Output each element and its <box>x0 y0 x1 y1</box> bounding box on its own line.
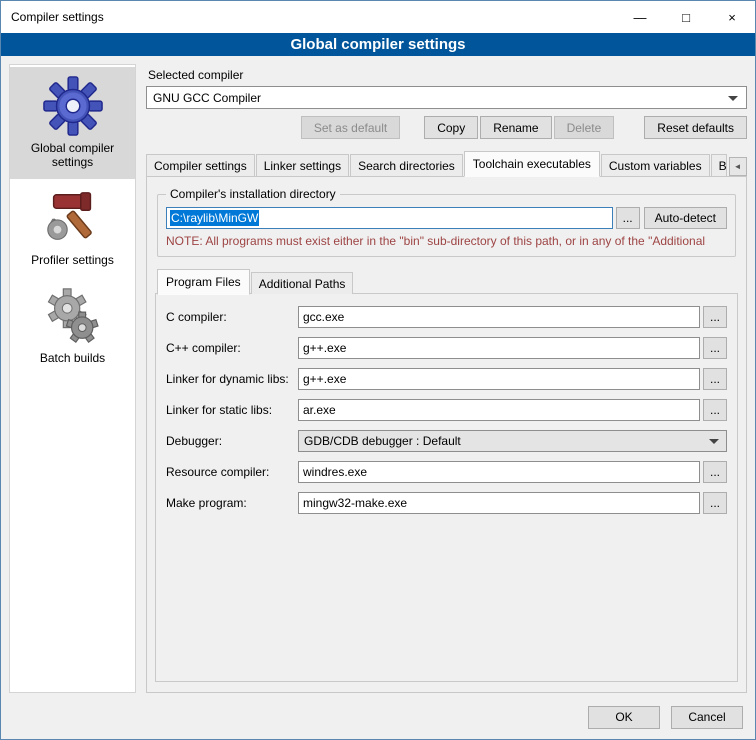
program-files-tabstrip: Program Files Additional Paths <box>155 269 738 294</box>
dynamic-linker-input[interactable] <box>298 368 700 390</box>
compiler-buttons: Set as default Copy Rename Delete Reset … <box>146 116 747 139</box>
page-title: Global compiler settings <box>1 33 755 56</box>
make-program-browse-button[interactable]: ... <box>703 492 727 514</box>
browse-directory-button[interactable]: ... <box>616 207 640 229</box>
tab-search-directories[interactable]: Search directories <box>350 154 463 176</box>
auto-detect-button[interactable]: Auto-detect <box>644 207 727 229</box>
tab-scroll-buttons: ◄ ► <box>728 157 747 176</box>
make-program-row: Make program: ... <box>166 492 727 514</box>
installation-directory-input[interactable]: C:\raylib\MinGW <box>166 207 613 229</box>
resource-compiler-browse-button[interactable]: ... <box>703 461 727 483</box>
c-compiler-row: C compiler: ... <box>166 306 727 328</box>
bin-subdirectory-note: NOTE: All programs must exist either in … <box>166 234 727 248</box>
dialog-footer: OK Cancel <box>1 701 755 739</box>
main-panel: Selected compiler GNU GCC Compiler Set a… <box>146 64 747 693</box>
blue-gear-icon <box>42 75 104 137</box>
cpp-compiler-label: C++ compiler: <box>166 341 298 355</box>
sidebar-item-profiler-settings[interactable]: Profiler settings <box>10 179 135 277</box>
compiler-settings-window: Compiler settings — □ × Global compiler … <box>0 0 756 740</box>
static-linker-label: Linker for static libs: <box>166 403 298 417</box>
profiler-hammer-icon <box>42 187 104 249</box>
compiler-select-value: GNU GCC Compiler <box>153 91 261 105</box>
titlebar: Compiler settings — □ × <box>1 1 755 33</box>
cpp-compiler-row: C++ compiler: ... <box>166 337 727 359</box>
static-linker-row: Linker for static libs: ... <box>166 399 727 421</box>
c-compiler-browse-button[interactable]: ... <box>703 306 727 328</box>
delete-button: Delete <box>554 116 615 139</box>
cpp-compiler-browse-button[interactable]: ... <box>703 337 727 359</box>
window-title: Compiler settings <box>1 10 617 24</box>
toolchain-executables-page: Compiler's installation directory C:\ray… <box>146 176 747 693</box>
settings-sidebar: Global compiler settings Profiler settin… <box>9 64 136 693</box>
settings-tabstrip: Compiler settings Linker settings Search… <box>146 151 747 176</box>
dynamic-linker-label: Linker for dynamic libs: <box>166 372 298 386</box>
c-compiler-label: C compiler: <box>166 310 298 324</box>
window-controls: — □ × <box>617 1 755 33</box>
minimize-button[interactable]: — <box>617 1 663 33</box>
resource-compiler-label: Resource compiler: <box>166 465 298 479</box>
program-files-panel: C compiler: ... C++ compiler: ... Linker… <box>155 293 738 682</box>
tab-program-files[interactable]: Program Files <box>157 269 250 295</box>
chevron-down-icon <box>709 439 719 444</box>
tab-toolchain-executables[interactable]: Toolchain executables <box>464 151 600 177</box>
tab-compiler-settings[interactable]: Compiler settings <box>146 154 255 176</box>
tab-linker-settings[interactable]: Linker settings <box>256 154 349 176</box>
tab-build-options[interactable]: Build <box>711 154 727 176</box>
cpp-compiler-input[interactable] <box>298 337 700 359</box>
sidebar-item-batch-builds[interactable]: Batch builds <box>10 277 135 375</box>
installation-directory-group: Compiler's installation directory C:\ray… <box>157 187 736 257</box>
set-as-default-button: Set as default <box>301 116 400 139</box>
static-linker-browse-button[interactable]: ... <box>703 399 727 421</box>
dynamic-linker-browse-button[interactable]: ... <box>703 368 727 390</box>
installation-directory-legend: Compiler's installation directory <box>166 187 340 201</box>
dialog-body: Global compiler settings Profiler settin… <box>1 56 755 701</box>
debugger-select-value: GDB/CDB debugger : Default <box>304 434 461 448</box>
maximize-button[interactable]: □ <box>663 1 709 33</box>
static-linker-input[interactable] <box>298 399 700 421</box>
sidebar-item-global-compiler-settings[interactable]: Global compiler settings <box>10 67 135 179</box>
resource-compiler-input[interactable] <box>298 461 700 483</box>
c-compiler-input[interactable] <box>298 306 700 328</box>
debugger-row: Debugger: GDB/CDB debugger : Default <box>166 430 727 452</box>
installation-directory-row: C:\raylib\MinGW ... Auto-detect <box>166 207 727 229</box>
debugger-label: Debugger: <box>166 434 298 448</box>
ok-button[interactable]: OK <box>588 706 660 729</box>
installation-directory-value: C:\raylib\MinGW <box>170 210 259 226</box>
debugger-select[interactable]: GDB/CDB debugger : Default <box>298 430 727 452</box>
sidebar-item-label: Batch builds <box>40 351 105 365</box>
tab-custom-variables[interactable]: Custom variables <box>601 154 710 176</box>
close-button[interactable]: × <box>709 1 755 33</box>
make-program-input[interactable] <box>298 492 700 514</box>
chevron-down-icon <box>728 96 738 101</box>
sidebar-item-label: Global compiler settings <box>14 141 131 169</box>
reset-defaults-button[interactable]: Reset defaults <box>644 116 747 139</box>
make-program-label: Make program: <box>166 496 298 510</box>
dynamic-linker-row: Linker for dynamic libs: ... <box>166 368 727 390</box>
rename-button[interactable]: Rename <box>480 116 551 139</box>
cancel-button[interactable]: Cancel <box>671 706 743 729</box>
compiler-select[interactable]: GNU GCC Compiler <box>146 86 747 109</box>
gray-gears-icon <box>42 285 104 347</box>
selected-compiler-label: Selected compiler <box>148 68 747 82</box>
tab-additional-paths[interactable]: Additional Paths <box>251 272 354 294</box>
tab-scroll-left-icon[interactable]: ◄ <box>729 157 747 176</box>
copy-button[interactable]: Copy <box>424 116 478 139</box>
resource-compiler-row: Resource compiler: ... <box>166 461 727 483</box>
sidebar-item-label: Profiler settings <box>31 253 114 267</box>
